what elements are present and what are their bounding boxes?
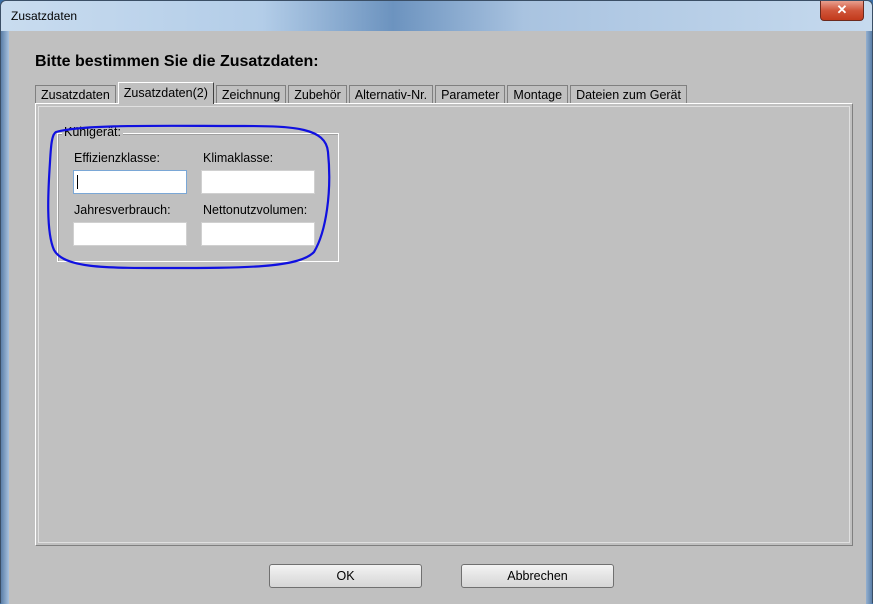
tab-zeichnung[interactable]: Zeichnung	[215, 85, 287, 104]
tab-parameter[interactable]: Parameter	[435, 85, 506, 104]
window-left-border	[1, 31, 9, 604]
cancel-button[interactable]: Abbrechen	[461, 564, 614, 588]
close-icon: ✕	[836, 2, 848, 17]
tab-strip: Zusatzdaten Zusatzdaten(2) Zeichnung Zub…	[35, 82, 689, 104]
window-title: Zusatzdaten	[11, 9, 78, 23]
title-bar[interactable]: Zusatzdaten ✕	[1, 1, 872, 31]
tab-zusatzdaten[interactable]: Zusatzdaten	[35, 85, 116, 104]
tab-zubehoer[interactable]: Zubehör	[288, 85, 347, 104]
dialog-client-area: Bitte bestimmen Sie die Zusatzdaten: Zus…	[9, 31, 866, 604]
blue-annotation-circle	[47, 124, 331, 270]
tab-zusatzdaten-2[interactable]: Zusatzdaten(2)	[117, 82, 214, 104]
tab-montage[interactable]: Montage	[507, 85, 569, 104]
tab-alternativ-nr[interactable]: Alternativ-Nr.	[348, 85, 434, 104]
tab-dateien-zum-geraet[interactable]: Dateien zum Gerät	[570, 85, 687, 104]
dialog-window: Zusatzdaten ✕ Bitte bestimmen Sie die Zu…	[0, 0, 873, 604]
close-button[interactable]: ✕	[820, 1, 864, 21]
dialog-heading: Bitte bestimmen Sie die Zusatzdaten:	[35, 53, 319, 70]
ok-button[interactable]: OK	[269, 564, 422, 588]
